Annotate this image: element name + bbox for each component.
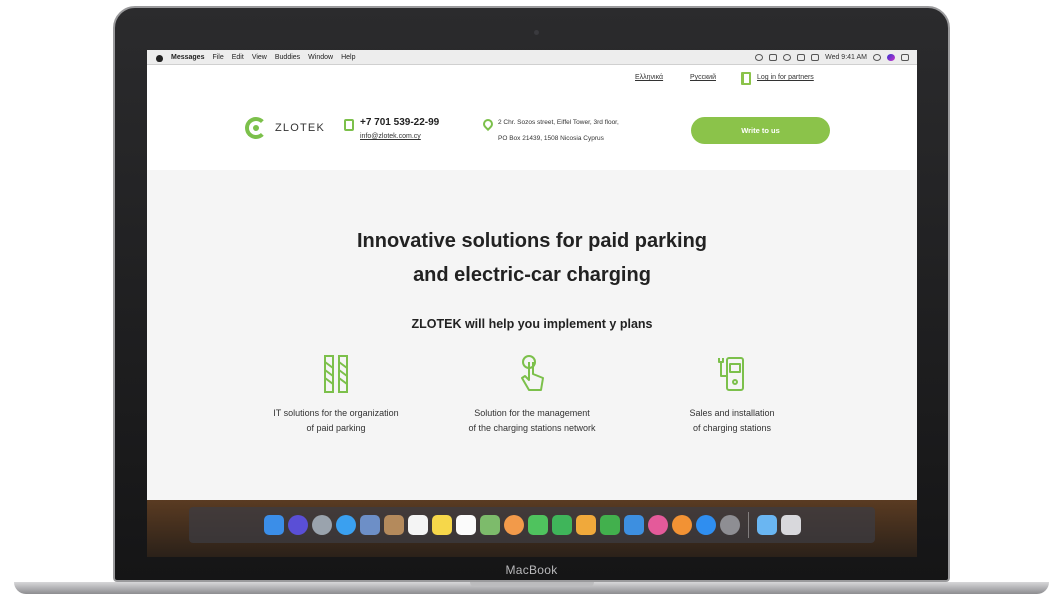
mail-icon[interactable] [359,515,380,535]
macbook-brand-label: MacBook [505,563,558,577]
system-preferences-icon[interactable] [719,515,740,535]
hero-title-line-2: and electric-car charging [413,264,651,286]
siri-icon[interactable] [287,515,308,535]
numbers-icon[interactable] [599,515,620,535]
menu-bar: Messages File Edit View Buddies Window H… [147,50,917,65]
maps-icon[interactable] [479,515,500,535]
feature-charging-stations[interactable]: Sales and installation of charging stati… [632,350,832,436]
door-icon [741,72,751,85]
dock-separator [747,512,749,538]
partner-login-link[interactable]: Log in for partners [757,74,814,81]
notes-icon[interactable] [431,515,452,535]
reminders-icon[interactable] [455,515,476,535]
siri-menu-icon[interactable] [887,53,895,61]
touch-pointer-icon [432,350,632,394]
charging-station-icon [632,350,832,394]
bluetooth-icon[interactable] [769,53,778,61]
keynote-icon[interactable] [623,515,644,535]
pages-icon[interactable] [575,515,596,535]
battery-icon[interactable] [811,53,820,61]
hero-section: Innovative solutions for paid parking an… [147,170,917,500]
email-link[interactable]: info@zlotek.com.cy [360,133,421,140]
menubar-clock[interactable]: Wed 9:41 AM [825,54,867,61]
messages-icon[interactable] [527,515,548,535]
camera [534,30,539,35]
trash-icon[interactable] [780,515,801,535]
ibooks-icon[interactable] [671,515,692,535]
menu-view[interactable]: View [252,54,267,61]
address-line-1: 2 Chr. Sozos street, Eiffel Tower, 3rd f… [498,119,619,126]
contacts-icon[interactable] [383,515,404,535]
itunes-icon[interactable] [647,515,668,535]
app-store-icon[interactable] [695,515,716,535]
status-menus: Wed 9:41 AM [755,53,909,61]
feature-3-line-2: of charging stations [692,423,772,433]
hero-title-line-1: Innovative solutions for paid parking [356,230,708,252]
language-russian-link[interactable]: Русский [690,74,716,81]
logo-text: ZLOTEK [275,122,325,134]
phone-number[interactable]: +7 701 539-22-99 [360,117,439,128]
feature-3-line-1: Sales and installation [689,408,775,418]
menu-edit[interactable]: Edit [232,54,244,61]
laptop-base-notch [470,582,594,587]
menu-buddies[interactable]: Buddies [275,54,300,61]
parking-barrier-icon [236,350,436,394]
location-pin-icon [480,116,496,132]
finder-icon[interactable] [263,515,284,535]
feature-paid-parking[interactable]: IT solutions for the organization of pai… [236,350,436,436]
feature-2-line-2: of the charging stations network [468,423,596,433]
dock [189,507,875,543]
wifi-icon[interactable] [783,53,792,61]
photos-icon[interactable] [503,515,524,535]
zlotek-logo-icon [245,117,267,139]
notification-center-icon[interactable] [901,53,909,61]
safari-icon[interactable] [335,515,356,535]
apple-icon[interactable] [155,53,165,62]
feature-charging-network[interactable]: Solution for the management of the charg… [432,350,632,436]
spotlight-icon[interactable] [873,53,881,61]
menu-window[interactable]: Window [308,54,333,61]
address-line-2: PO Box 21439, 1508 Nicosia Cyprus [498,135,604,142]
menu-help[interactable]: Help [341,54,355,61]
site-header: Ελληνικά Русский Log in for partners ZLO… [147,65,917,170]
downloads-folder-icon[interactable] [756,515,777,535]
timemachine-icon[interactable] [755,53,764,61]
calendar-icon[interactable] [407,515,428,535]
menu-app-name[interactable]: Messages [171,54,204,61]
screen: Messages File Edit View Buddies Window H… [147,50,917,557]
feature-1-line-1: IT solutions for the organization [273,408,399,418]
language-greek-link[interactable]: Ελληνικά [635,74,663,81]
feature-2-line-1: Solution for the management [474,408,590,418]
phone-icon [344,119,354,131]
write-to-us-button[interactable]: Write to us [691,117,830,144]
feature-1-line-2: of paid parking [306,423,366,433]
volume-icon[interactable] [797,53,806,61]
launchpad-icon[interactable] [311,515,332,535]
site-logo[interactable]: ZLOTEK [245,117,325,139]
facetime-icon[interactable] [551,515,572,535]
language-bar: Ελληνικά Русский Log in for partners [147,72,917,86]
hero-subtitle: ZLOTEK will help you implement y plans [411,317,653,331]
menu-file[interactable]: File [212,54,223,61]
